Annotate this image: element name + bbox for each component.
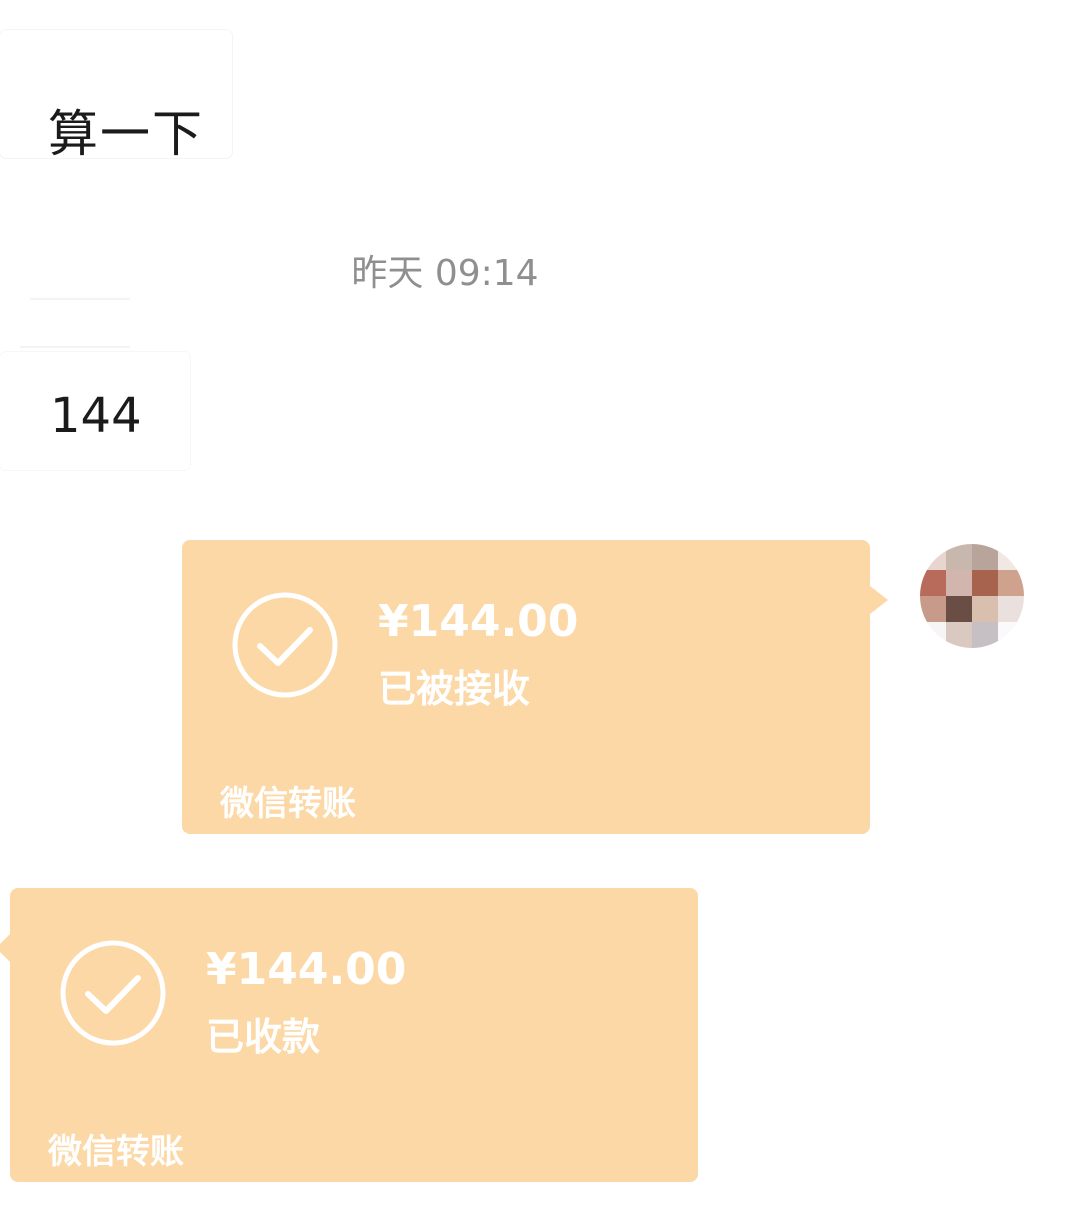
transfer-status: 已收款: [206, 1015, 321, 1059]
avatar-pixel: [998, 570, 1024, 596]
incoming-message-bubble[interactable]: 144: [0, 352, 190, 470]
transfer-amount: ¥144.00: [378, 596, 579, 647]
avatar-pixel: [972, 596, 998, 622]
avatar[interactable]: [920, 544, 1024, 648]
transfer-card-sent[interactable]: ¥144.00 已被接收 微信转账: [182, 540, 888, 834]
divider: [20, 346, 130, 348]
avatar-pixel: [998, 544, 1024, 570]
check-circle-icon: [60, 940, 166, 1046]
transfer-amount: ¥144.00: [206, 944, 407, 995]
avatar-pixel: [998, 596, 1024, 622]
incoming-message-bubble[interactable]: 算一下: [0, 30, 232, 163]
avatar-pixel: [920, 570, 946, 596]
transfer-card-received[interactable]: ¥144.00 已收款 微信转账: [0, 888, 698, 1182]
avatar-pixel: [946, 570, 972, 596]
bubble-tail: [0, 934, 10, 962]
avatar-pixel: [946, 596, 972, 622]
avatar-pixel: [998, 622, 1024, 648]
avatar-pixel: [920, 596, 946, 622]
avatar-pixel: [972, 570, 998, 596]
check-circle-icon: [232, 592, 338, 698]
transfer-label: 微信转账: [48, 1132, 184, 1172]
avatar-pixel: [972, 622, 998, 648]
message-text: 算一下: [48, 105, 204, 163]
bubble-tail: [870, 586, 888, 614]
avatar-pixel: [972, 544, 998, 570]
transfer-status: 已被接收: [378, 667, 531, 711]
avatar-pixel: [946, 544, 972, 570]
avatar-pixel: [920, 622, 946, 648]
divider: [30, 298, 130, 300]
avatar-pixel: [946, 622, 972, 648]
avatar-pixel: [920, 544, 946, 570]
message-timestamp: 昨天 09:14: [351, 253, 539, 294]
transfer-label: 微信转账: [220, 784, 356, 824]
message-text: 144: [50, 388, 142, 444]
